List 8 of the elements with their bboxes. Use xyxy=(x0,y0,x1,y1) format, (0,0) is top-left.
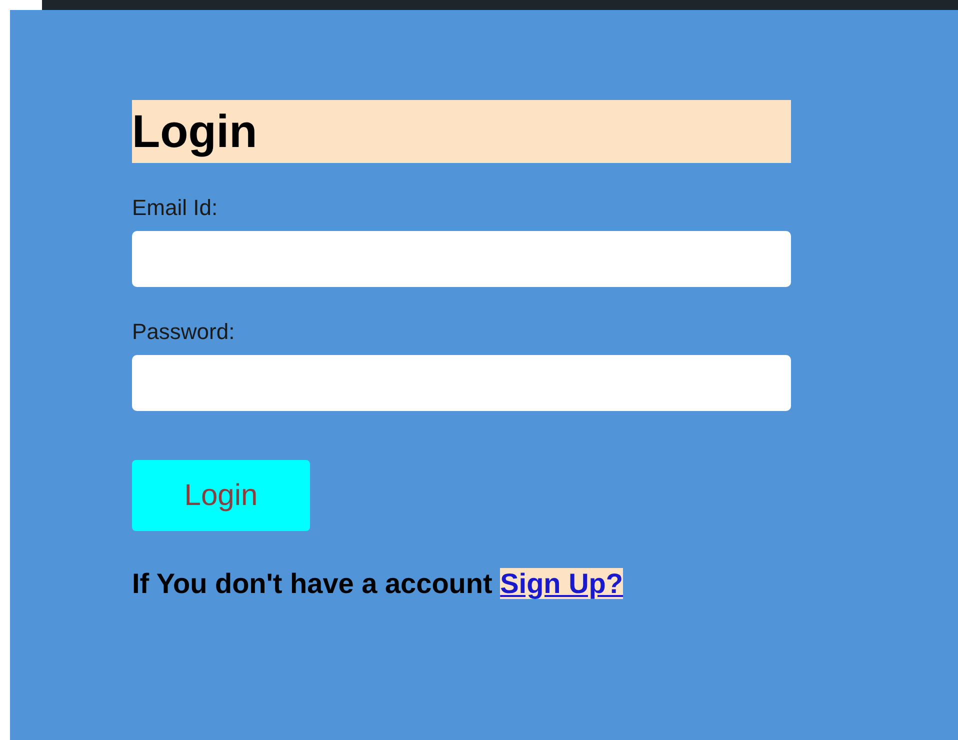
login-button[interactable]: Login xyxy=(132,460,310,531)
signup-prompt: If You don't have a account Sign Up? xyxy=(132,567,624,601)
login-heading: Login xyxy=(132,100,791,163)
signup-link[interactable]: Sign Up? xyxy=(500,568,623,599)
field-label: Password: xyxy=(132,319,235,345)
input-field[interactable] xyxy=(132,355,791,411)
field-label: Email Id: xyxy=(132,195,218,221)
input-field[interactable] xyxy=(132,231,791,287)
